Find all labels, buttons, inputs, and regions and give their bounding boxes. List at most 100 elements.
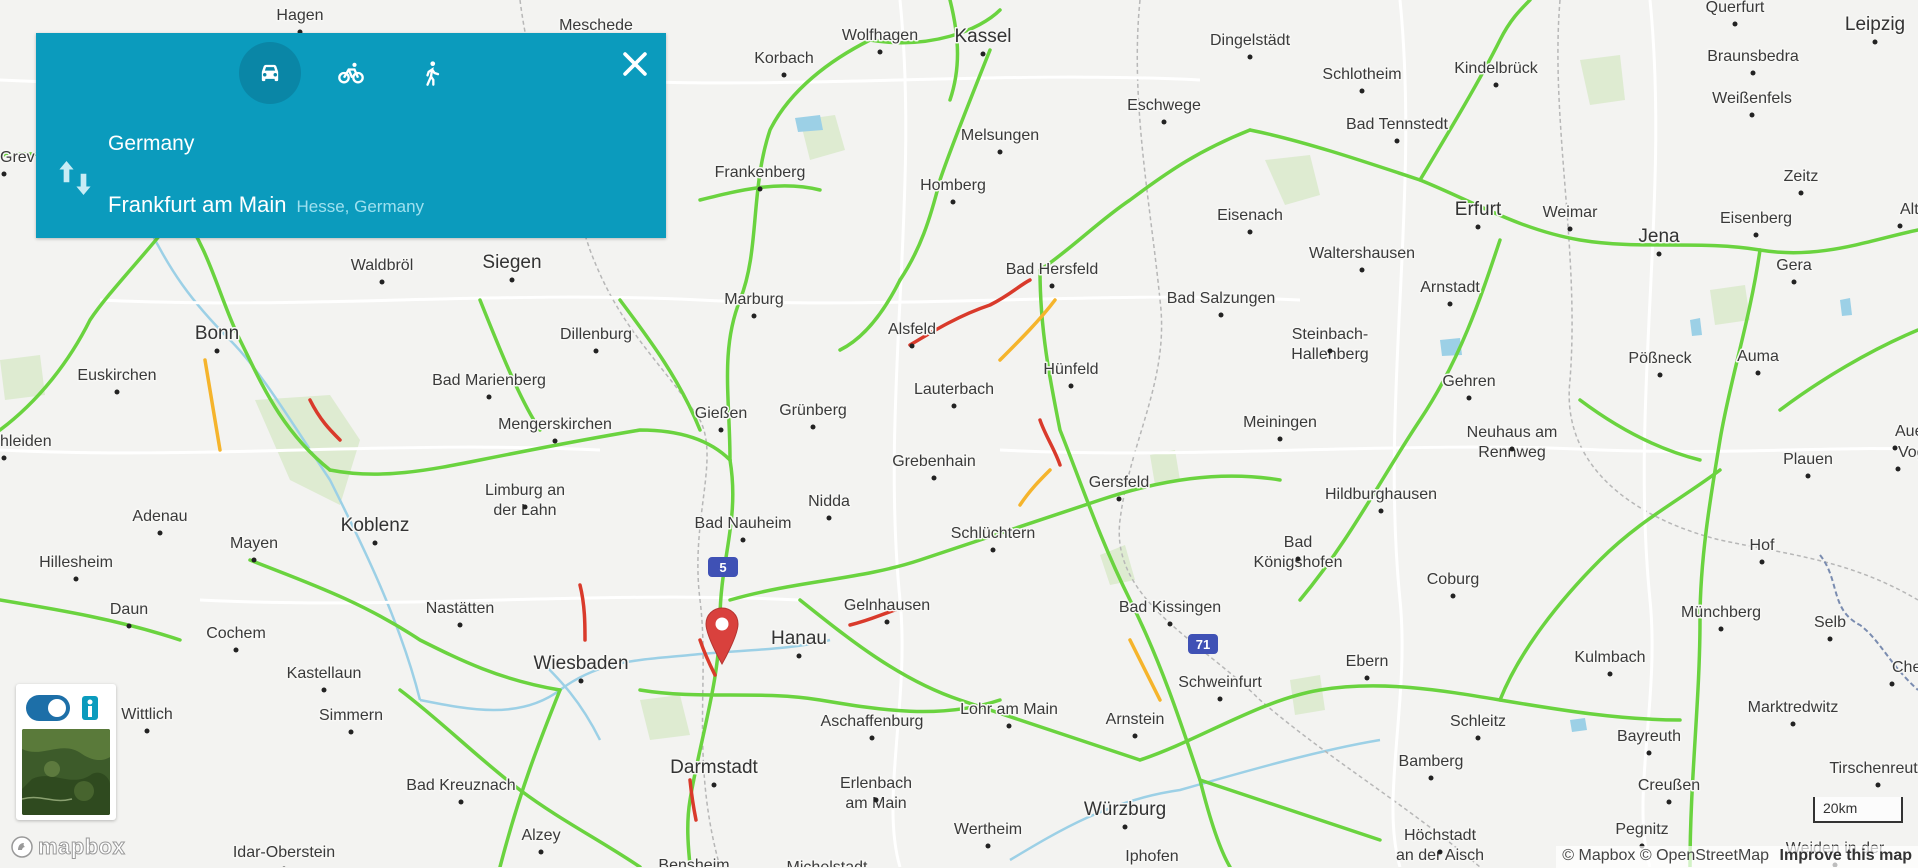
place-dot bbox=[1068, 383, 1074, 389]
place-dot bbox=[997, 149, 1003, 155]
place-label: Marburg bbox=[724, 291, 784, 308]
place-label: Kassel bbox=[954, 26, 1011, 47]
place-dot bbox=[157, 530, 163, 536]
place-dot bbox=[1666, 799, 1672, 805]
car-icon bbox=[261, 64, 279, 82]
place-label: Bad Kissingen bbox=[1119, 599, 1221, 616]
map-scale: 20km bbox=[1813, 797, 1903, 823]
place-label: Gersfeld bbox=[1089, 474, 1149, 491]
mode-cycling-button[interactable] bbox=[320, 42, 382, 104]
place-label: Gießen bbox=[695, 405, 747, 422]
place-label: Darmstadt bbox=[670, 757, 758, 778]
place-dot bbox=[1872, 39, 1878, 45]
place-dot bbox=[950, 199, 956, 205]
traffic-toggle[interactable] bbox=[26, 695, 70, 721]
place-dot bbox=[1378, 508, 1384, 514]
place-dot bbox=[1277, 436, 1283, 442]
place-label: Hagen bbox=[276, 7, 323, 24]
destination-marker-icon[interactable] bbox=[705, 607, 739, 665]
place-label: Bad Hersfeld bbox=[1006, 261, 1099, 278]
place-label: Dillenburg bbox=[560, 326, 632, 343]
mode-driving-button[interactable] bbox=[239, 42, 301, 104]
place-dot bbox=[1116, 496, 1122, 502]
place-dot bbox=[873, 797, 879, 803]
place-label: Hildburghausen bbox=[1325, 486, 1437, 503]
place-dot bbox=[757, 186, 763, 192]
place-label: Wittlich bbox=[121, 706, 173, 723]
place-dot bbox=[379, 279, 385, 285]
place-dot bbox=[869, 735, 875, 741]
place-dot bbox=[348, 729, 354, 735]
place-dot bbox=[1, 455, 7, 461]
place-label: Wolfhagen bbox=[842, 27, 918, 44]
place-label: Eisenach bbox=[1217, 207, 1283, 224]
place-label: Schweinfurt bbox=[1178, 674, 1262, 691]
place-dot bbox=[1049, 283, 1055, 289]
place-dot bbox=[1759, 559, 1765, 565]
place-label: Pößneck bbox=[1628, 350, 1692, 367]
place-label: Erfurt bbox=[1455, 199, 1502, 220]
traffic-slow-roads bbox=[203, 298, 1162, 702]
place-dot bbox=[126, 623, 132, 629]
place-label: Mayen bbox=[230, 535, 278, 552]
place-label: Gelnhausen bbox=[844, 597, 930, 614]
place-label: Che bbox=[1892, 659, 1918, 676]
place-dot bbox=[1753, 232, 1759, 238]
close-icon[interactable] bbox=[618, 47, 652, 81]
place-dot bbox=[251, 557, 257, 563]
place-dot bbox=[73, 576, 79, 582]
place-label: Vogt bbox=[1898, 444, 1918, 461]
place-dot bbox=[1132, 733, 1138, 739]
place-label: Siegen bbox=[482, 252, 541, 273]
place-label: Zeitz bbox=[1784, 168, 1819, 185]
place-label: Dingelstädt bbox=[1210, 32, 1291, 49]
place-label: Bad Kreuznach bbox=[406, 777, 515, 794]
destination-field[interactable]: Frankfurt am Main Hesse, Germany bbox=[108, 192, 424, 218]
destination-context: Hesse, Germany bbox=[296, 197, 425, 216]
place-dot bbox=[1447, 301, 1453, 307]
place-label: Gera bbox=[1776, 257, 1812, 274]
place-label: Münchberg bbox=[1681, 604, 1761, 621]
swap-icon[interactable] bbox=[58, 158, 92, 198]
improve-map-link[interactable]: Improve this map bbox=[1780, 847, 1912, 864]
traffic-light-icon bbox=[82, 696, 98, 720]
mapbox-logo[interactable]: mapbox bbox=[10, 833, 125, 861]
svg-text:71: 71 bbox=[1196, 637, 1210, 652]
place-dot bbox=[1892, 445, 1898, 451]
mapbox-attribution-link[interactable]: © Mapbox bbox=[1562, 847, 1635, 864]
attribution: © Mapbox © OpenStreetMap Improve this ma… bbox=[1556, 846, 1918, 868]
place-label: Höchstadt an der Aisch bbox=[1396, 827, 1484, 864]
place-dot bbox=[990, 547, 996, 553]
place-dot bbox=[1394, 138, 1400, 144]
place-dot bbox=[751, 313, 757, 319]
osm-attribution-link[interactable]: © OpenStreetMap bbox=[1640, 847, 1769, 864]
place-dot bbox=[826, 515, 832, 521]
place-dot bbox=[810, 424, 816, 430]
place-dot bbox=[781, 72, 787, 78]
place-label: Pegnitz bbox=[1615, 821, 1668, 838]
place-dot bbox=[1567, 226, 1573, 232]
place-label: Aschaffenburg bbox=[821, 713, 924, 730]
place-dot bbox=[951, 403, 957, 409]
place-label: Weimar bbox=[1543, 204, 1598, 221]
place-label: Bensheim bbox=[658, 857, 729, 867]
mode-walking-button[interactable] bbox=[400, 42, 462, 104]
place-label: Auma bbox=[1737, 348, 1779, 365]
place-label: Bad Nauheim bbox=[695, 515, 792, 532]
mapbox-logo-text: mapbox bbox=[37, 834, 126, 860]
place-label: Würzburg bbox=[1084, 799, 1166, 820]
place-dot bbox=[1732, 21, 1738, 27]
place-label: Bad Königshofen bbox=[1254, 534, 1343, 571]
origin-field[interactable]: Germany bbox=[108, 132, 194, 156]
place-dot bbox=[877, 49, 883, 55]
destination-name: Frankfurt am Main bbox=[108, 192, 287, 217]
place-label: Bad Marienberg bbox=[432, 372, 546, 389]
walking-icon bbox=[426, 61, 440, 86]
place-label: Braunsbedra bbox=[1707, 48, 1799, 65]
satellite-view-button[interactable] bbox=[22, 729, 110, 815]
water-layer bbox=[795, 115, 1852, 732]
place-label: Koblenz bbox=[341, 515, 410, 536]
place-dot bbox=[1755, 370, 1761, 376]
place-dot bbox=[985, 843, 991, 849]
place-dot bbox=[1327, 348, 1333, 354]
